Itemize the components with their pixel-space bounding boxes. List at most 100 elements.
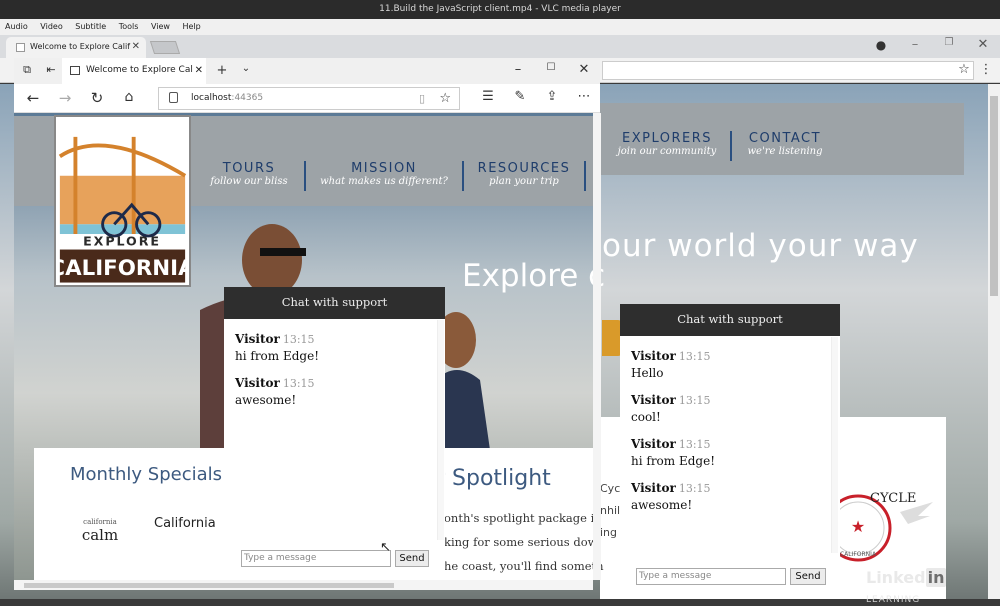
lock-icon xyxy=(169,92,178,103)
cycle-logo-text: CYCLE xyxy=(870,491,916,506)
scrollbar-thumb[interactable] xyxy=(24,583,394,588)
vertical-scrollbar[interactable] xyxy=(593,113,601,580)
nav-contact[interactable]: CONTACT we're listening xyxy=(740,131,830,157)
minimize-icon[interactable]: – xyxy=(906,37,924,52)
url-port: :44365 xyxy=(231,93,264,103)
chat-message-input[interactable]: Type a message xyxy=(241,550,391,567)
url-host: localhost xyxy=(191,93,232,103)
nav-title: MISSION xyxy=(351,161,417,176)
close-icon[interactable]: ✕ xyxy=(576,62,592,77)
chat-message: Visitor 13:15 hi from Edge! xyxy=(631,433,840,468)
nav-explorers[interactable]: EXPLORERS join our community xyxy=(614,131,720,157)
share-icon[interactable]: ⇪ xyxy=(544,89,560,104)
set-aside-icon[interactable]: ⇤ xyxy=(42,63,60,76)
cycle-california-logo: ★ CYCLE CALIFORNIA xyxy=(838,491,933,562)
chrome-address-bar[interactable] xyxy=(602,61,974,80)
chrome-tab-title: Welcome to Explore Calif xyxy=(30,42,131,51)
logo-explore: EXPLORE xyxy=(83,234,161,249)
maximize-icon[interactable]: ☐ xyxy=(543,62,559,73)
message-user: Visitor xyxy=(631,437,676,451)
message-time: 13:15 xyxy=(678,350,711,363)
message-text: hi from Edge! xyxy=(631,454,716,468)
menu-help[interactable]: Help xyxy=(177,19,205,35)
california-calm-logo[interactable]: california calm xyxy=(70,518,130,558)
calm-text: calm xyxy=(81,526,119,544)
nav-subtitle: join our community xyxy=(617,146,717,157)
message-user: Visitor xyxy=(631,393,676,407)
spotlight-line: onth's spotlight package is xyxy=(444,511,601,525)
hero-text-right: our world your way xyxy=(602,228,919,264)
account-icon[interactable]: ● xyxy=(872,38,890,52)
new-tab-button[interactable] xyxy=(149,41,181,54)
vlc-title-bar: 11.Build the JavaScript client.mp4 - VLC… xyxy=(0,0,1000,19)
nav-divider xyxy=(304,161,306,191)
new-tab-icon[interactable]: + xyxy=(214,63,230,78)
menu-view[interactable]: View xyxy=(146,19,175,35)
vlc-menu-bar: Audio Video Subtitle Tools View Help xyxy=(0,19,1000,35)
page-icon xyxy=(16,43,25,52)
minimize-icon[interactable]: – xyxy=(510,62,526,77)
nav-tours[interactable]: TOURS follow our bliss xyxy=(204,161,294,187)
nav-mission[interactable]: MISSION what makes us different? xyxy=(314,161,454,187)
edge-tab[interactable]: Welcome to Explore Cal ✕ xyxy=(62,58,206,84)
chat-message-input[interactable]: Type a message xyxy=(636,568,786,585)
nav-subtitle: plan your trip xyxy=(489,176,559,187)
menu-subtitle[interactable]: Subtitle xyxy=(70,19,111,35)
chat-message: Visitor 13:15 awesome! xyxy=(631,477,840,512)
chat-message: Visitor 13:15 awesome! xyxy=(235,372,445,407)
calm-small-text: california xyxy=(83,518,117,526)
more-icon[interactable]: ⋯ xyxy=(576,89,592,104)
message-text: Hello xyxy=(631,366,664,380)
cycle-logo-sub: CALIFORNIA xyxy=(840,551,877,558)
close-icon[interactable]: ✕ xyxy=(195,58,203,83)
explore-california-logo[interactable]: EXPLORE CALIFORNIA xyxy=(54,115,191,287)
hero-text-left: Explore c xyxy=(462,258,606,294)
message-text: awesome! xyxy=(235,393,297,407)
nav-divider xyxy=(730,131,732,161)
hero-button[interactable] xyxy=(602,320,622,356)
message-user: Visitor xyxy=(631,481,676,495)
chevron-down-icon[interactable]: ⌄ xyxy=(238,63,254,74)
message-text: awesome! xyxy=(631,498,693,512)
nav-resources[interactable]: RESOURCES plan your trip xyxy=(472,161,576,187)
menu-video[interactable]: Video xyxy=(35,19,67,35)
tabs-aside-icon[interactable]: ⧉ xyxy=(18,63,36,77)
spotlight-text: onth's spotlight package is king for som… xyxy=(444,506,604,578)
menu-icon[interactable]: ⋮ xyxy=(978,62,994,77)
message-text: hi from Edge! xyxy=(235,349,320,363)
scrollbar-thumb[interactable] xyxy=(990,96,998,296)
message-time: 13:15 xyxy=(282,333,315,346)
forward-icon[interactable]: → xyxy=(56,89,74,107)
favorite-star-icon[interactable]: ☆ xyxy=(439,88,451,109)
cycle-line: Cyc xyxy=(600,482,621,495)
favorites-hub-icon[interactable]: ☰ xyxy=(480,89,496,104)
watermark-suffix: LEARNING xyxy=(866,595,921,605)
chat-messages: Visitor 13:15 Hello Visitor 13:15 cool! Vi… xyxy=(620,345,840,512)
nav-title: RESOURCES xyxy=(477,161,571,176)
home-icon[interactable]: ⌂ xyxy=(120,89,138,105)
restore-icon[interactable]: ❐ xyxy=(940,37,958,48)
chat-panel-edge: Chat with support Visitor 13:15 hi from E… xyxy=(224,287,445,580)
reading-view-icon[interactable]: ▯ xyxy=(419,88,425,109)
back-icon[interactable]: ← xyxy=(24,89,42,107)
menu-tools[interactable]: Tools xyxy=(114,19,144,35)
chat-scrollbar[interactable] xyxy=(437,320,444,540)
send-button[interactable]: Send xyxy=(395,550,429,567)
close-icon[interactable]: ✕ xyxy=(974,37,992,52)
watermark-in: in xyxy=(925,568,947,587)
chat-scrollbar[interactable] xyxy=(831,337,838,553)
star-icon[interactable]: ☆ xyxy=(956,62,972,77)
chrome-tab[interactable]: Welcome to Explore Calif ✕ xyxy=(6,37,146,58)
menu-audio[interactable]: Audio xyxy=(0,19,33,35)
refresh-icon[interactable]: ↻ xyxy=(88,89,106,107)
watermark-brand: Linked xyxy=(866,568,926,587)
pen-icon[interactable]: ✎ xyxy=(512,89,528,104)
chat-header: Chat with support xyxy=(620,304,840,336)
svg-text:★: ★ xyxy=(851,517,865,536)
nav-title: CONTACT xyxy=(748,131,822,146)
message-time: 13:15 xyxy=(678,394,711,407)
edge-address-bar[interactable]: localhost:44365 ▯ ☆ xyxy=(158,87,460,110)
send-button[interactable]: Send xyxy=(790,568,826,585)
message-time: 13:15 xyxy=(678,482,711,495)
close-icon[interactable]: ✕ xyxy=(132,37,140,57)
